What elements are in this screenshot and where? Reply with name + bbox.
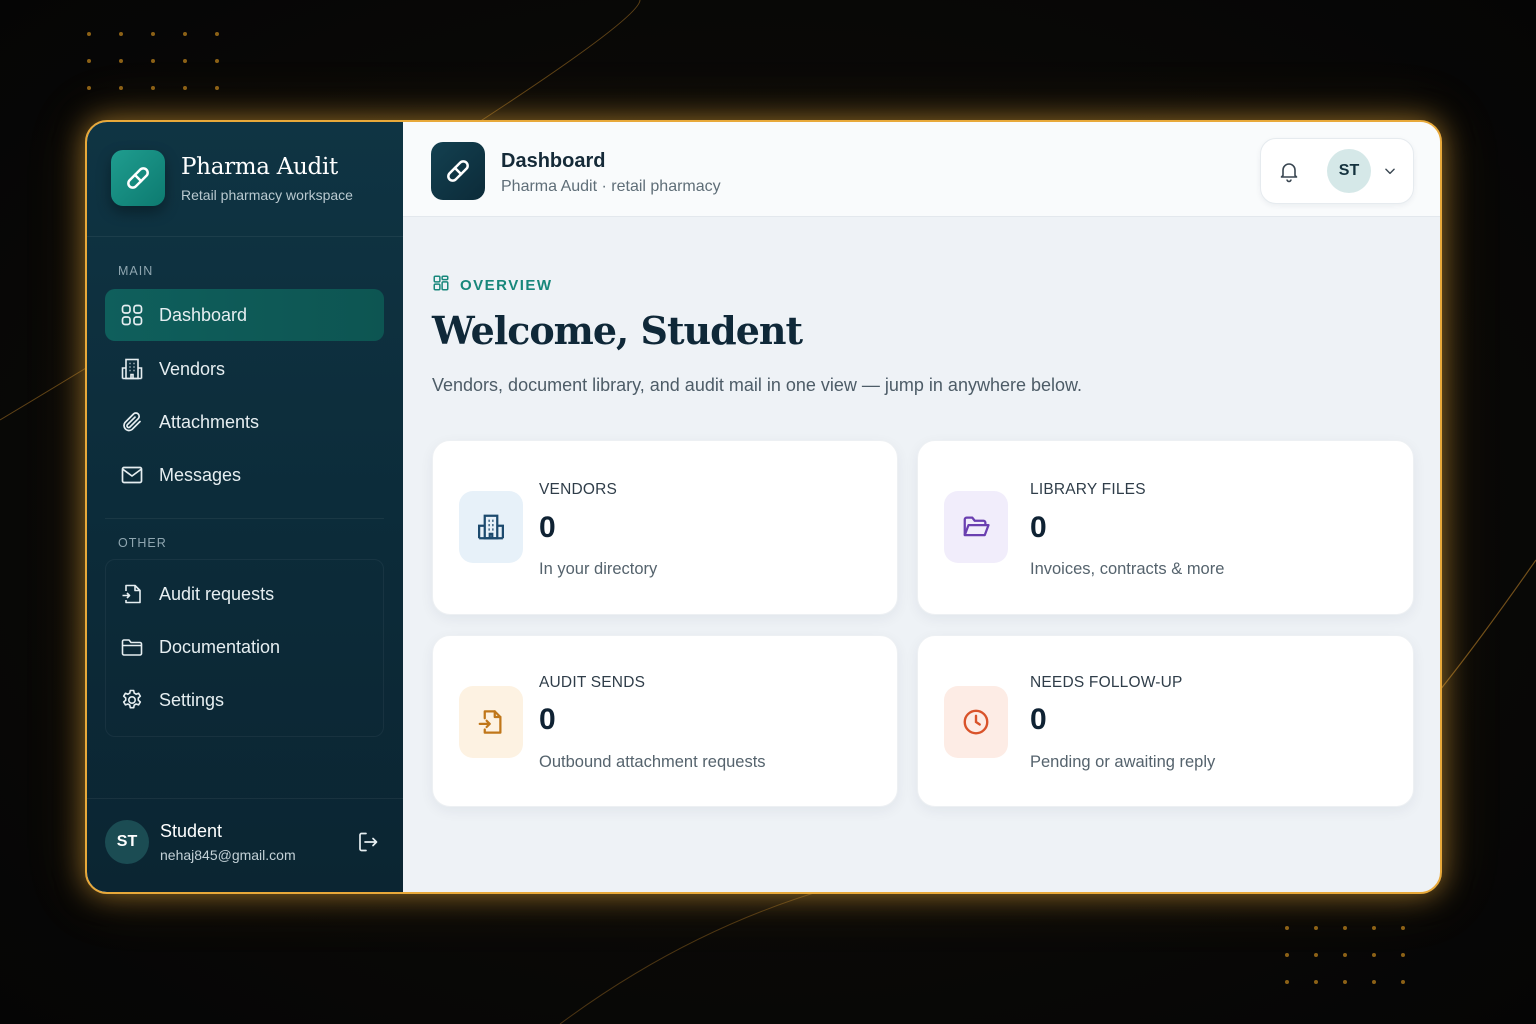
file-send-icon	[119, 581, 145, 607]
avatar[interactable]: ST	[105, 820, 149, 864]
grid-icon	[432, 274, 450, 297]
brand-subtitle: Retail pharmacy workspace	[181, 186, 353, 203]
section-label-main: MAIN	[118, 264, 154, 278]
card-label: LIBRARY FILES	[1030, 481, 1146, 498]
card-value: 0	[539, 703, 556, 736]
sidebar-item-label: Vendors	[159, 358, 226, 379]
overview-header: OVERVIEW	[432, 274, 553, 297]
pill-icon	[431, 142, 485, 200]
card-label: AUDIT SENDS	[539, 674, 646, 691]
sidebar-item-audit-requests[interactable]: Audit requests	[105, 568, 384, 620]
sidebar-item-label: Documentation	[159, 636, 281, 657]
sidebar: Pharma Audit Retail pharmacy workspace M…	[87, 122, 403, 892]
stat-card-audit-sends[interactable]: AUDIT SENDS 0 Outbound attachment reques…	[432, 635, 898, 807]
pill-icon	[111, 150, 165, 206]
sidebar-item-label: Dashboard	[159, 304, 248, 325]
sidebar-item-dashboard[interactable]: Dashboard	[105, 289, 384, 341]
page-title: Dashboard	[501, 150, 606, 172]
paperclip-icon	[119, 409, 145, 435]
divider	[105, 518, 384, 519]
chevron-down-icon[interactable]	[1383, 164, 1397, 183]
sidebar-item-label: Messages	[159, 464, 242, 485]
clock-icon	[944, 686, 1008, 758]
main-content: Dashboard Pharma Audit · retail pharmacy…	[403, 122, 1440, 892]
header-actions: ST	[1260, 138, 1414, 204]
card-description: Outbound attachment requests	[539, 753, 766, 771]
stat-card-vendors[interactable]: VENDORS 0 In your directory	[432, 440, 898, 615]
sidebar-item-documentation[interactable]: Documentation	[105, 621, 384, 673]
divider	[87, 236, 403, 237]
card-label: VENDORS	[539, 481, 618, 498]
sidebar-item-label: Settings	[159, 689, 225, 710]
stat-card-library-files[interactable]: LIBRARY FILES 0 Invoices, contracts & mo…	[917, 440, 1414, 615]
sidebar-item-messages[interactable]: Messages	[105, 449, 384, 501]
welcome-heading: Welcome, Student	[432, 308, 803, 353]
brand[interactable]: Pharma Audit Retail pharmacy workspace	[111, 150, 353, 206]
folder-open-icon	[944, 491, 1008, 563]
section-label-other: OTHER	[118, 536, 167, 550]
card-description: Invoices, contracts & more	[1030, 560, 1225, 578]
app-window: Pharma Audit Retail pharmacy workspace M…	[85, 120, 1442, 894]
gear-icon	[119, 687, 145, 713]
card-value: 0	[1030, 703, 1047, 736]
bell-icon[interactable]	[1277, 159, 1301, 188]
overview-label: OVERVIEW	[460, 277, 553, 294]
card-description: Pending or awaiting reply	[1030, 753, 1216, 771]
sidebar-item-attachments[interactable]: Attachments	[105, 396, 384, 448]
decorative-dots-top-left	[87, 32, 219, 90]
welcome-subtext: Vendors, document library, and audit mai…	[432, 375, 1083, 395]
user-email: nehaj845@gmail.com	[160, 847, 296, 863]
decorative-dots-bottom-right	[1285, 926, 1405, 984]
file-send-icon	[459, 686, 523, 758]
top-bar: Dashboard Pharma Audit · retail pharmacy…	[403, 122, 1440, 217]
stat-card-needs-follow-up[interactable]: NEEDS FOLLOW-UP 0 Pending or awaiting re…	[917, 635, 1414, 807]
sidebar-item-vendors[interactable]: Vendors	[105, 343, 384, 395]
folder-icon	[119, 634, 145, 660]
card-label: NEEDS FOLLOW-UP	[1030, 674, 1183, 691]
building-icon	[459, 491, 523, 563]
card-value: 0	[1030, 511, 1047, 544]
user-name: Student	[160, 821, 223, 841]
building-icon	[119, 356, 145, 382]
card-description: In your directory	[539, 560, 658, 578]
mail-icon	[119, 462, 145, 488]
sidebar-user: ST Student nehaj845@gmail.com	[105, 820, 380, 864]
divider	[87, 798, 403, 799]
brand-title: Pharma Audit	[181, 153, 338, 180]
grid-icon	[119, 302, 145, 328]
sidebar-item-label: Audit requests	[159, 583, 275, 604]
card-value: 0	[539, 511, 556, 544]
logout-icon[interactable]	[356, 830, 380, 859]
sidebar-item-label: Attachments	[159, 411, 260, 432]
page-subtitle: Pharma Audit · retail pharmacy	[501, 178, 721, 195]
sidebar-item-settings[interactable]: Settings	[105, 674, 384, 726]
avatar[interactable]: ST	[1327, 149, 1371, 193]
